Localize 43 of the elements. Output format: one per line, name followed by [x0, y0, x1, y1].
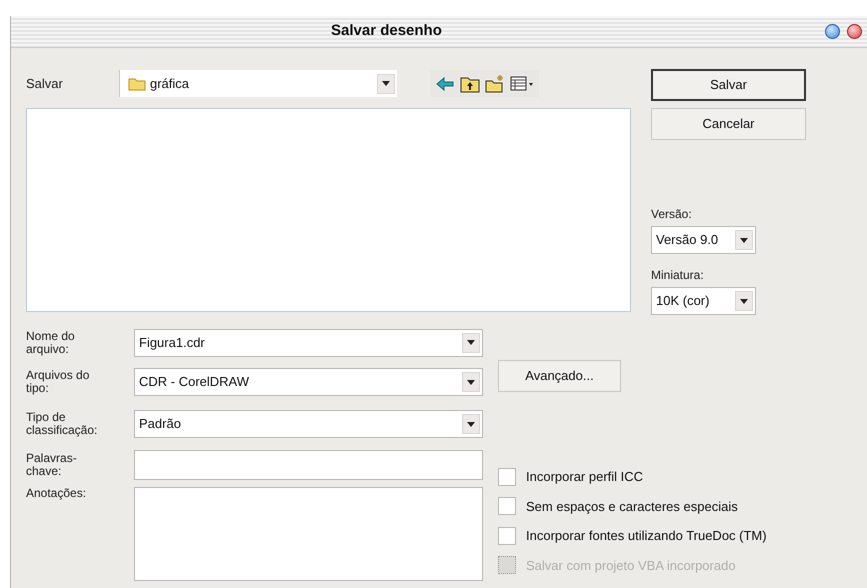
field-label: Tipo de classificação: [26, 411, 98, 437]
dropdown-field[interactable]: Padrão [134, 410, 483, 438]
checkbox-label: Incorporar perfil ICC [526, 468, 644, 486]
advanced-button[interactable]: Avançado... [498, 360, 621, 392]
dropdown-button[interactable] [462, 332, 480, 352]
checkbox-label: Incorporar fontes utilizando TrueDoc (TM) [526, 527, 767, 545]
dropdown-field[interactable]: 10K (cor) [651, 287, 756, 315]
caret-icon [467, 340, 475, 345]
caret-icon [467, 380, 475, 384]
dropdown-button[interactable] [462, 414, 480, 434]
field-label: Anotações: [26, 487, 88, 500]
dropdown-field[interactable]: Figura1.cdr [134, 328, 483, 356]
dropdown-button[interactable] [377, 74, 395, 94]
dropdown-field[interactable]: Versão 9.0 [651, 226, 756, 254]
checkbox[interactable] [498, 468, 516, 486]
field-label: Nome do arquivo: [26, 330, 76, 356]
version-label: Versão: [651, 206, 693, 223]
close-button[interactable] [847, 24, 862, 39]
thumbnail-label: Miniatura: [651, 267, 705, 284]
view-menu-icon[interactable] [509, 74, 535, 94]
save-in-label: Salvar [26, 74, 64, 93]
dialog-button[interactable]: Cancelar [651, 108, 806, 140]
minimize-button[interactable] [825, 24, 840, 39]
checkbox[interactable] [498, 526, 516, 545]
caret-icon [740, 238, 748, 242]
checkbox-label: Sem espaços e caracteres especiais [526, 498, 738, 516]
folder-icon [128, 76, 146, 90]
dropdown-button[interactable] [735, 230, 753, 250]
dialog-button[interactable]: Salvar [651, 69, 806, 101]
field-label: Palavras-chave: [26, 452, 78, 478]
caret-icon [467, 422, 475, 426]
caret-icon [382, 81, 390, 86]
input-field[interactable] [134, 450, 483, 480]
window-title: Salvar desenho [331, 21, 442, 42]
caret-icon [740, 298, 748, 304]
dropdown-button[interactable] [735, 291, 753, 311]
new-folder-icon[interactable] [484, 74, 506, 94]
checkbox-label: Salvar com projeto VBA incorporado [526, 556, 736, 575]
field-label: Arquivos do tipo: [26, 369, 90, 395]
dropdown-button[interactable] [462, 372, 480, 392]
folder-dropdown[interactable]: gráfica [119, 70, 397, 97]
checkbox[interactable] [498, 497, 516, 516]
dropdown-field[interactable]: CDR - CorelDRAW [134, 368, 483, 396]
